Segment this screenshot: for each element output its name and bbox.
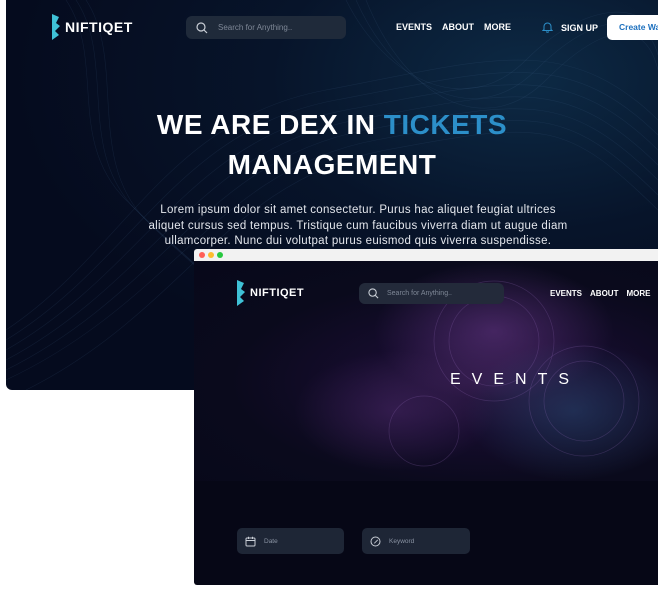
search-placeholder: Search for Anything.. xyxy=(387,290,452,297)
hero-navbar: NIFTIQET Search for Anything.. EVENTS AB… xyxy=(6,0,658,56)
keyword-icon xyxy=(370,536,381,546)
nav-events[interactable]: EVENTS xyxy=(396,22,432,32)
window-titlebar xyxy=(194,249,658,261)
nav-more[interactable]: MORE xyxy=(626,289,650,298)
hero-headline-line2: MANAGEMENT xyxy=(227,149,437,180)
events-browser-window: NIFTIQET Search for Anything.. EVENTS AB… xyxy=(194,249,658,585)
logo-mark-icon xyxy=(237,280,245,306)
search-input[interactable]: Search for Anything.. xyxy=(186,16,346,39)
nav-more[interactable]: MORE xyxy=(484,22,511,32)
nav-about[interactable]: ABOUT xyxy=(442,22,474,32)
hero-description: Lorem ipsum dolor sit amet consectetur. … xyxy=(110,203,606,250)
search-input[interactable]: Search for Anything.. xyxy=(359,283,504,304)
keyword-filter-field[interactable]: Keyword xyxy=(362,528,470,554)
brand-name: NIFTIQET xyxy=(65,19,133,35)
minimize-window-button[interactable] xyxy=(208,252,214,258)
main-nav: EVENTS ABOUT MORE xyxy=(396,22,511,32)
main-nav: EVENTS ABOUT MORE xyxy=(550,289,650,298)
search-placeholder: Search for Anything.. xyxy=(218,23,293,32)
brand-name: NIFTIQET xyxy=(250,287,305,299)
close-window-button[interactable] xyxy=(199,252,205,258)
calendar-icon xyxy=(245,536,256,546)
headline-accent: TICKETS xyxy=(383,109,508,140)
lead-line: ullamcorper. Nunc dui volutpat purus eui… xyxy=(164,235,552,247)
bell-icon[interactable] xyxy=(542,21,553,33)
logo-mark-icon xyxy=(52,14,60,40)
headline-text: WE ARE DEX IN xyxy=(156,109,384,140)
lead-line: aliquet cursus sed tempus. Tristique cum… xyxy=(148,219,568,232)
date-filter-field[interactable]: Date xyxy=(237,528,344,554)
events-hero: NIFTIQET Search for Anything.. EVENTS AB… xyxy=(194,261,658,481)
maximize-window-button[interactable] xyxy=(217,252,223,258)
nav-about[interactable]: ABOUT xyxy=(590,289,618,298)
lead-line: Lorem ipsum dolor sit amet consectetur. … xyxy=(160,204,556,216)
date-placeholder: Date xyxy=(264,537,278,545)
brand-logo[interactable]: NIFTIQET xyxy=(237,280,304,306)
search-icon xyxy=(196,21,208,33)
nav-events[interactable]: EVENTS xyxy=(550,289,582,298)
hero-headline: WE ARE DEX IN TICKETS xyxy=(6,106,658,144)
brand-logo[interactable]: NIFTIQET xyxy=(52,14,133,40)
create-wallet-button[interactable]: Create Wallet xyxy=(607,15,658,40)
sign-up-link[interactable]: SIGN UP xyxy=(561,23,598,33)
keyword-placeholder: Keyword xyxy=(389,537,415,545)
search-icon xyxy=(368,288,379,299)
page-title: EVENTS xyxy=(450,371,581,388)
